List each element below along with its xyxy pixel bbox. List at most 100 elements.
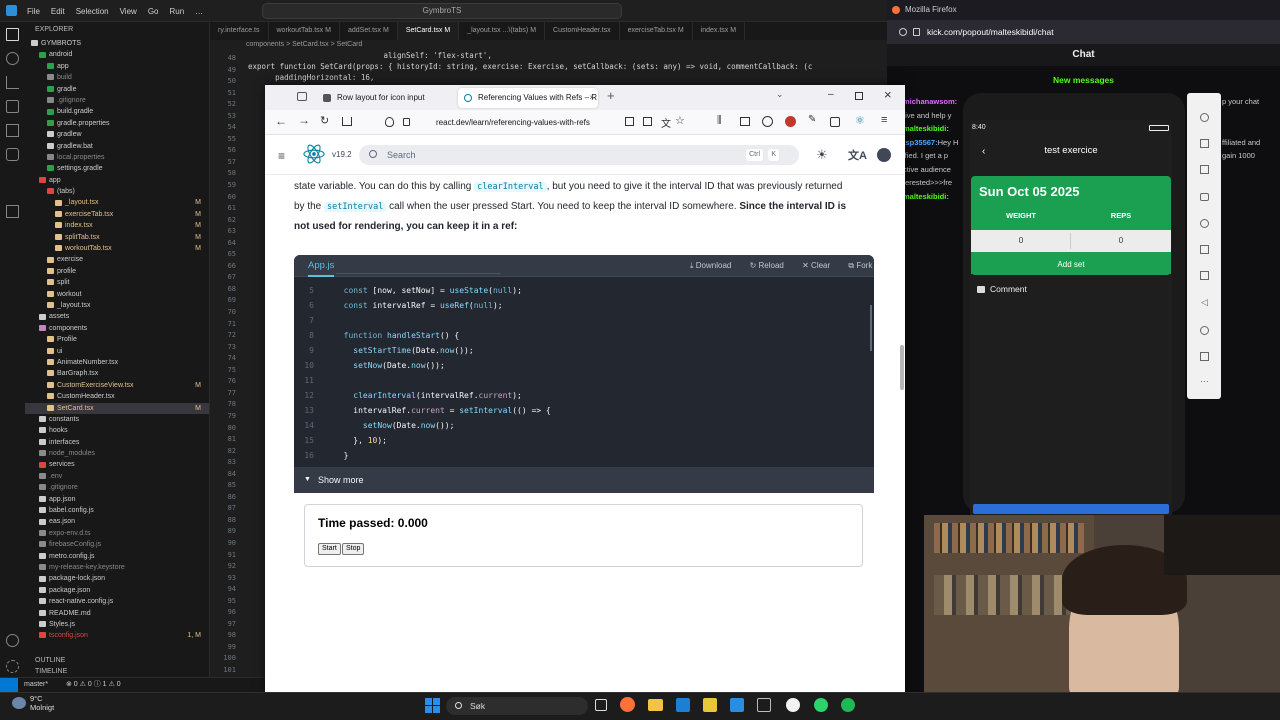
- tree-item[interactable]: Styles.js: [25, 619, 209, 630]
- sandbox-file-tab[interactable]: App.js: [308, 255, 335, 277]
- tree-item[interactable]: app: [25, 61, 209, 72]
- home-icon[interactable]: [342, 117, 352, 126]
- search-icon[interactable]: [6, 52, 19, 65]
- timeline-section[interactable]: TIMELINE: [25, 666, 209, 677]
- menu-item[interactable]: Selection: [76, 7, 109, 16]
- editor-tab[interactable]: index.tsx M: [693, 22, 746, 40]
- outline-section[interactable]: OUTLINE: [25, 655, 209, 666]
- tree-item[interactable]: gradle.properties: [25, 118, 209, 129]
- gear-icon[interactable]: [6, 660, 19, 673]
- firefox-taskbar-icon[interactable]: [620, 697, 635, 712]
- account-icon[interactable]: [6, 634, 19, 647]
- power-icon[interactable]: [1200, 113, 1209, 122]
- camera-icon[interactable]: [1200, 193, 1209, 201]
- tree-item[interactable]: exerciseTab.tsx M: [25, 209, 209, 220]
- close-tab-icon[interactable]: ×: [589, 88, 594, 108]
- chat-username[interactable]: tsp35567:: [903, 138, 938, 147]
- tree-item[interactable]: assets: [25, 311, 209, 322]
- tree-item[interactable]: package-lock.json: [25, 573, 209, 584]
- tree-item[interactable]: local.properties: [25, 152, 209, 163]
- theme-toggle-icon[interactable]: ☀: [816, 147, 828, 163]
- react-devtools-icon[interactable]: ⚛: [855, 114, 865, 127]
- tree-item[interactable]: tsconfig.json 1, M: [25, 630, 209, 641]
- menu-item[interactable]: …: [195, 7, 203, 16]
- tree-item[interactable]: app.json: [25, 494, 209, 505]
- tree-item[interactable]: settings.gradle: [25, 163, 209, 174]
- new-messages-banner[interactable]: New messages: [887, 73, 1280, 87]
- remote-indicator-icon[interactable]: [0, 678, 18, 692]
- editor-tab[interactable]: workoutTab.tsx M: [269, 22, 340, 40]
- editor-tab[interactable]: SetCard.tsx M: [397, 22, 460, 40]
- tree-item[interactable]: Profile: [25, 334, 209, 345]
- tree-item[interactable]: splitTab.tsx M: [25, 232, 209, 243]
- tree-item[interactable]: android: [25, 49, 209, 60]
- library-icon[interactable]: ⫼: [717, 115, 722, 126]
- bottom-tab-indicator[interactable]: [973, 504, 1169, 514]
- tree-item[interactable]: my-release-key.keystore: [25, 562, 209, 573]
- hamburger-menu-icon[interactable]: ≡: [278, 149, 285, 163]
- editor-code-visible[interactable]: alignSelf: 'flex-start', export function …: [248, 50, 812, 83]
- tree-item[interactable]: exercise: [25, 254, 209, 265]
- file-explorer-icon[interactable]: [648, 699, 663, 711]
- tree-item[interactable]: build.gradle: [25, 106, 209, 117]
- tree-item[interactable]: split: [25, 277, 209, 288]
- tree-item[interactable]: _layout.tsx: [25, 300, 209, 311]
- reps-input[interactable]: 0: [1071, 236, 1171, 245]
- add-set-button[interactable]: Add set: [971, 256, 1171, 274]
- tree-item[interactable]: gradlew: [25, 129, 209, 140]
- tree-item[interactable]: _layout.tsx M: [25, 197, 209, 208]
- menu-item[interactable]: Go: [148, 7, 159, 16]
- sidebar-toggle-icon[interactable]: [740, 117, 750, 126]
- tree-item[interactable]: react-native.config.js: [25, 596, 209, 607]
- extensions-icon[interactable]: [830, 117, 840, 127]
- taskbar-search[interactable]: Søk: [446, 697, 588, 715]
- tree-item[interactable]: .env: [25, 471, 209, 482]
- react-version[interactable]: v19.2: [332, 150, 352, 159]
- fold-icon[interactable]: [1200, 271, 1209, 280]
- tree-item[interactable]: CustomHeader.tsx: [25, 391, 209, 402]
- tree-item[interactable]: .gitignore: [25, 482, 209, 493]
- weight-input[interactable]: 0: [971, 236, 1071, 245]
- firefox-url-text[interactable]: kick.com/popout/malteskibidi/chat: [927, 27, 1054, 37]
- close-window-icon[interactable]: ×: [884, 87, 892, 102]
- maximize-icon[interactable]: [855, 92, 863, 100]
- volume-down-icon[interactable]: [1200, 165, 1209, 174]
- start-button[interactable]: Start: [318, 543, 341, 555]
- reload-button[interactable]: ↻ Reload: [750, 261, 792, 270]
- tab-react-refs[interactable]: Referencing Values with Refs – R ×: [458, 88, 598, 108]
- shield-icon[interactable]: [899, 28, 907, 36]
- sidebar-icon[interactable]: [297, 92, 307, 101]
- sticky-notes-icon[interactable]: [703, 698, 717, 712]
- tree-item[interactable]: hooks: [25, 425, 209, 436]
- tree-item[interactable]: ui: [25, 346, 209, 357]
- editor-tab[interactable]: ry.interface.ts: [210, 22, 269, 40]
- tree-item[interactable]: constants: [25, 414, 209, 425]
- docker-icon[interactable]: [6, 205, 19, 218]
- chat-username[interactable]: malteskibidi:: [903, 124, 949, 133]
- page-scrollbar[interactable]: [900, 345, 904, 390]
- lock-icon[interactable]: [913, 28, 920, 36]
- fork-button[interactable]: ⧉ Fork: [848, 261, 880, 270]
- terminal-icon[interactable]: [757, 698, 771, 712]
- android-back-icon[interactable]: ◁: [1201, 297, 1208, 308]
- tree-item[interactable]: workout: [25, 289, 209, 300]
- adblock-icon[interactable]: [785, 116, 796, 127]
- rotate-icon[interactable]: [1200, 245, 1209, 254]
- android-home-icon[interactable]: [1200, 326, 1209, 335]
- tree-item[interactable]: workoutTab.tsx M: [25, 243, 209, 254]
- emulator-icon[interactable]: [814, 698, 828, 712]
- vscode-taskbar-icon[interactable]: [730, 698, 744, 712]
- new-tab-icon[interactable]: +: [607, 88, 615, 103]
- android-overview-icon[interactable]: [1200, 352, 1209, 361]
- explorer-icon[interactable]: [6, 28, 19, 41]
- tree-item[interactable]: expo-env.d.ts: [25, 528, 209, 539]
- tree-item[interactable]: BarGraph.tsx: [25, 368, 209, 379]
- tree-item[interactable]: .gitignore: [25, 95, 209, 106]
- more-icon[interactable]: ···: [1200, 376, 1209, 386]
- show-more-button[interactable]: ▼ Show more: [294, 467, 874, 493]
- menu-item[interactable]: View: [120, 7, 137, 16]
- tree-item[interactable]: CustomExerciseView.tsx M: [25, 380, 209, 391]
- task-view-icon[interactable]: [595, 699, 607, 711]
- editor-tab[interactable]: CustomHeader.tsx: [545, 22, 620, 40]
- editor-tab[interactable]: exerciseTab.tsx M: [620, 22, 693, 40]
